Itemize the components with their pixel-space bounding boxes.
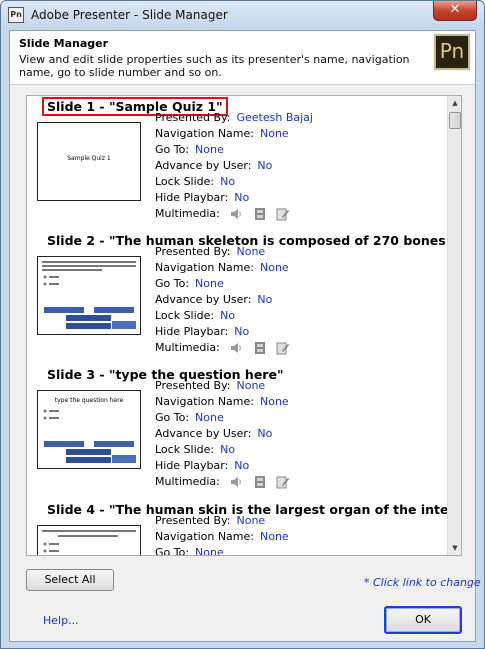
navigation-name-link[interactable]: None <box>260 127 289 140</box>
window-title: Adobe Presenter - Slide Manager <box>31 8 228 22</box>
dialog-client-area: Slide Manager View and edit slide proper… <box>9 30 481 642</box>
go-to-link[interactable]: None <box>195 546 224 555</box>
slide-list-content: Slide 1 - "Sample Quiz 1" Sample Quiz 1 … <box>27 96 447 555</box>
advance-by-user-link[interactable]: No <box>257 293 272 306</box>
presented-by-label: Presented By: <box>155 245 231 258</box>
title-bar: Pn Adobe Presenter - Slide Manager ✕ <box>1 1 484 30</box>
speaker-icon[interactable] <box>229 207 243 221</box>
navigation-name-link[interactable]: None <box>260 395 289 408</box>
multimedia-label: Multimedia: <box>155 341 220 354</box>
navigation-name-label: Navigation Name: <box>155 127 254 140</box>
lock-slide-label: Lock Slide: <box>155 309 215 322</box>
advance-by-user-label: Advance by User: <box>155 293 252 306</box>
go-to-label: Go To: <box>155 546 190 555</box>
presented-by-link[interactable]: None <box>236 379 265 392</box>
presented-by-link[interactable]: None <box>236 245 265 258</box>
presented-by-label: Presented By: <box>155 514 231 527</box>
go-to-link[interactable]: None <box>195 143 224 156</box>
help-link[interactable]: Help... <box>43 614 79 627</box>
lock-slide-link[interactable]: No <box>220 443 235 456</box>
hide-playbar-link[interactable]: No <box>234 459 249 472</box>
slide-thumbnail[interactable]: type the question here <box>37 390 141 469</box>
header-title: Slide Manager <box>19 37 109 50</box>
lock-slide-link[interactable]: No <box>220 309 235 322</box>
film-icon[interactable] <box>253 207 267 221</box>
presenter-logo-icon: Pn <box>434 34 470 70</box>
thumbnail-caption: Sample Quiz 1 <box>67 155 111 162</box>
go-to-link[interactable]: None <box>195 411 224 424</box>
film-icon[interactable] <box>253 341 267 355</box>
slide-list-scrollbar[interactable]: ▲ ▼ <box>447 96 461 555</box>
select-all-button[interactable]: Select All <box>26 569 114 591</box>
presented-by-label: Presented By: <box>155 111 231 124</box>
click-link-hint: * Click link to change <box>364 576 481 589</box>
quiz-thumbnail-graphic <box>42 261 136 329</box>
scroll-down-arrow-icon[interactable]: ▼ <box>448 541 461 555</box>
navigation-name-link[interactable]: None <box>260 261 289 274</box>
ok-button[interactable]: OK <box>384 606 462 634</box>
slide-thumbnail[interactable] <box>37 525 141 555</box>
lock-slide-label: Lock Slide: <box>155 443 215 456</box>
multimedia-label: Multimedia: <box>155 475 220 488</box>
presented-by-link[interactable]: None <box>236 514 265 527</box>
scrollbar-thumb[interactable] <box>449 112 461 129</box>
lock-slide-label: Lock Slide: <box>155 175 215 188</box>
speaker-icon[interactable] <box>229 475 243 489</box>
advance-by-user-label: Advance by User: <box>155 159 252 172</box>
film-icon[interactable] <box>253 475 267 489</box>
slide-manager-window: Pn Adobe Presenter - Slide Manager ✕ Sli… <box>0 0 485 649</box>
thumbnail-caption: type the question here <box>54 397 124 404</box>
multimedia-label: Multimedia: <box>155 207 220 220</box>
navigation-name-label: Navigation Name: <box>155 261 254 274</box>
pencil-icon[interactable] <box>276 341 290 355</box>
navigation-name-label: Navigation Name: <box>155 530 254 543</box>
slide-thumbnail[interactable] <box>37 256 141 335</box>
presented-by-label: Presented By: <box>155 379 231 392</box>
scroll-up-arrow-icon[interactable]: ▲ <box>448 96 461 110</box>
advance-by-user-label: Advance by User: <box>155 427 252 440</box>
presenter-app-icon: Pn <box>8 7 24 23</box>
advance-by-user-link[interactable]: No <box>257 159 272 172</box>
go-to-label: Go To: <box>155 143 190 156</box>
navigation-name-label: Navigation Name: <box>155 395 254 408</box>
hide-playbar-label: Hide Playbar: <box>155 191 229 204</box>
header-description: View and edit slide properties such as i… <box>19 53 410 79</box>
close-button[interactable]: ✕ <box>433 1 477 21</box>
go-to-link[interactable]: None <box>195 277 224 290</box>
pencil-icon[interactable] <box>276 475 290 489</box>
quiz-thumbnail-graphic <box>42 530 136 553</box>
pencil-icon[interactable] <box>276 207 290 221</box>
slide-list[interactable]: Slide 1 - "Sample Quiz 1" Sample Quiz 1 … <box>26 95 462 556</box>
speaker-icon[interactable] <box>229 341 243 355</box>
header-panel: Slide Manager View and edit slide proper… <box>10 31 475 85</box>
presented-by-link[interactable]: Geetesh Bajaj <box>236 111 312 124</box>
hide-playbar-link[interactable]: No <box>234 191 249 204</box>
slide-thumbnail[interactable]: Sample Quiz 1 <box>37 122 141 201</box>
lock-slide-link[interactable]: No <box>220 175 235 188</box>
go-to-label: Go To: <box>155 277 190 290</box>
hide-playbar-label: Hide Playbar: <box>155 325 229 338</box>
go-to-label: Go To: <box>155 411 190 424</box>
hide-playbar-label: Hide Playbar: <box>155 459 229 472</box>
hide-playbar-link[interactable]: No <box>234 325 249 338</box>
navigation-name-link[interactable]: None <box>260 530 289 543</box>
advance-by-user-link[interactable]: No <box>257 427 272 440</box>
